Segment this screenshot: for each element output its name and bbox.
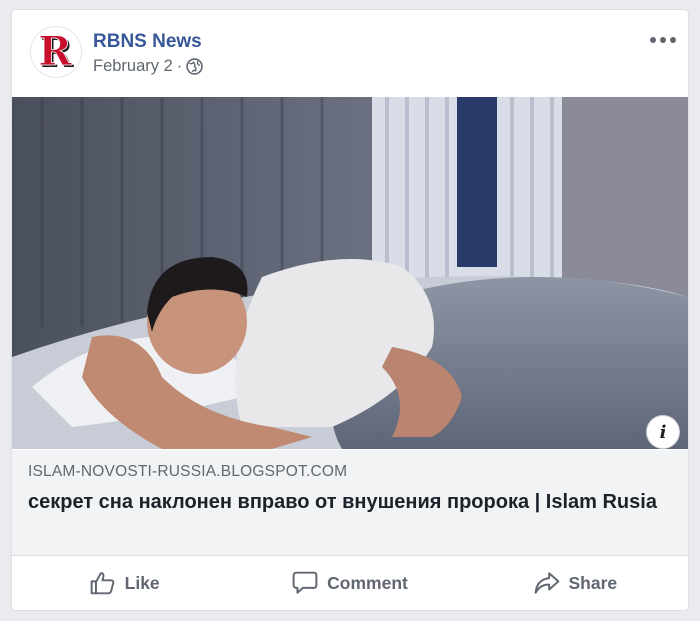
link-domain: ISLAM-NOVOSTI-RUSSIA.BLOGSPOT.COM: [28, 463, 348, 480]
post-date[interactable]: February 2: [93, 57, 173, 76]
post-header: R R RBNS News February 2 ·: [12, 10, 688, 98]
like-label: Like: [124, 572, 160, 593]
link-title[interactable]: секрет сна наклонен вправо от внушения п…: [28, 488, 668, 516]
comment-button[interactable]: Comment: [237, 563, 462, 603]
more-options-icon[interactable]: [650, 32, 676, 48]
comment-label: Comment: [327, 572, 408, 593]
sleeping-man-photo: [12, 97, 688, 449]
avatar[interactable]: R R: [30, 26, 82, 78]
info-button[interactable]: i: [646, 415, 680, 449]
more-dot: [660, 37, 666, 43]
comment-icon: [292, 571, 318, 594]
globe-icon[interactable]: [186, 58, 204, 75]
thumbs-up-icon: [90, 572, 114, 595]
more-dot: [670, 37, 676, 43]
share-label: Share: [568, 572, 618, 593]
page-name-link[interactable]: RBNS News: [93, 31, 202, 53]
link-preview-image[interactable]: i: [12, 97, 688, 449]
more-dot: [650, 37, 656, 43]
rbns-logo-icon: R R: [38, 28, 74, 77]
post-actions-bar: Like Comment Share: [12, 556, 688, 610]
link-preview-caption[interactable]: ISLAM-NOVOSTI-RUSSIA.BLOGSPOT.COM секрет…: [12, 450, 688, 556]
post-meta: February 2 ·: [93, 57, 204, 76]
logo-letter: R: [38, 28, 72, 75]
share-button[interactable]: Share: [463, 563, 688, 603]
meta-separator: ·: [176, 57, 183, 75]
like-button[interactable]: Like: [12, 563, 237, 603]
post-card: R R RBNS News February 2 · i ISLAM-NOVOS…: [11, 9, 689, 611]
share-icon: [534, 572, 559, 594]
